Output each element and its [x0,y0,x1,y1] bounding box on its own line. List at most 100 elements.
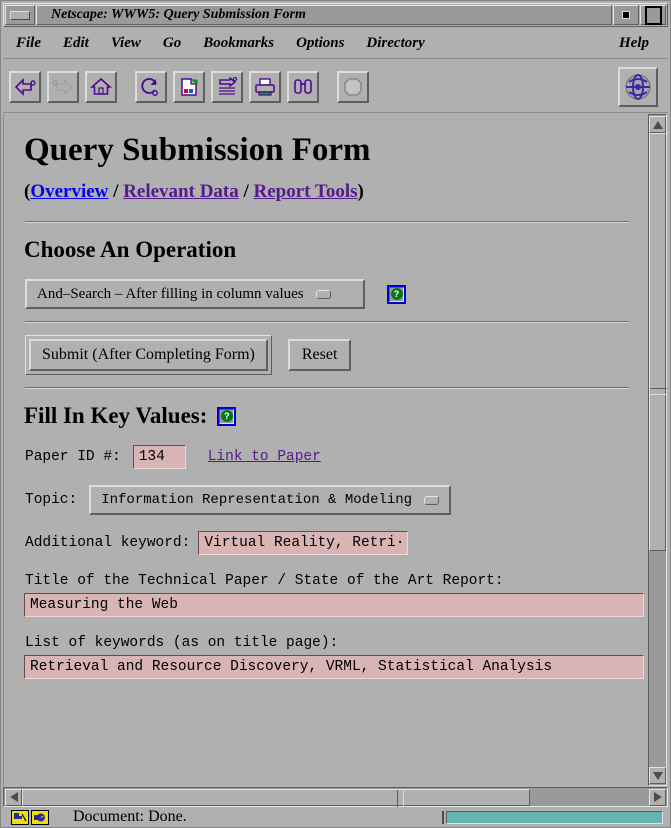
status-bar: Document: Done. [3,807,668,827]
operation-select-value: And–Search – After filling in column val… [37,285,304,302]
scroll-left-arrow-icon [9,792,18,802]
netscape-logo-icon [625,73,651,100]
keyvalues-heading-row: Fill In Key Values: ? [24,403,648,429]
find-button[interactable] [287,70,319,103]
reload-button[interactable] [135,70,167,103]
open-icon [219,76,238,95]
keywords-field-input[interactable]: Retrieval and Resource Discovery, VRML, … [24,655,644,679]
progress-bar [446,810,663,824]
horizontal-scroll-track[interactable] [22,788,649,807]
keyword-row: Additional keyword: Virtual Reality, Ret… [25,531,648,555]
scroll-down-arrow-icon [652,771,663,780]
nav-sep-2: / [238,181,254,202]
print-icon [255,77,275,96]
paren-close: ) [357,181,364,202]
netscape-logo-button[interactable] [618,66,658,107]
maximize-icon [644,5,662,25]
home-icon [90,77,112,95]
status-icons [11,809,51,825]
submit-button[interactable]: Submit (After Completing Form) [29,339,268,371]
window-menu-icon [10,10,30,20]
menu-item-options[interactable]: Options [287,33,353,54]
horizontal-scroll-thumb[interactable] [22,788,530,807]
vertical-scrollbar[interactable] [648,114,667,786]
breadcrumb: (Overview / Relevant Data / Report Tools… [24,181,648,203]
link-to-paper[interactable]: Link to Paper [208,449,321,465]
window-title: Netscape: WWW5: Query Submission Form [36,5,612,25]
link-report-tools[interactable]: Report Tools [254,181,358,202]
forward-button[interactable] [47,70,79,103]
progress-area [442,810,663,824]
title-field-label: Title of the Technical Paper / State of … [25,573,504,589]
help-icon-glyph: ? [390,288,403,300]
divider-1 [25,221,629,223]
topic-row: Topic: Information Representation & Mode… [25,485,648,515]
scroll-right-button[interactable] [649,788,666,806]
help-icon-inner: ? [219,408,235,424]
menu-item-view[interactable]: View [102,33,150,54]
scroll-up-arrow-icon [652,120,663,129]
menu-bar: File Edit View Go Bookmarks Options Dire… [3,29,668,59]
menu-item-file[interactable]: File [7,33,50,54]
help-question-icon-keyvalues[interactable]: ? [217,406,237,426]
topic-select-value: Information Representation & Modeling [101,492,413,508]
find-icon [294,78,312,94]
menu-item-bookmarks[interactable]: Bookmarks [194,33,283,54]
menu-item-go[interactable]: Go [154,33,190,54]
reload-icon [141,77,158,96]
stop-button[interactable] [337,70,369,103]
paper-id-input[interactable]: 134 [132,445,186,469]
operation-select[interactable]: And–Search – After filling in column val… [25,279,365,309]
minimize-button[interactable] [613,5,639,25]
menu-item-directory[interactable]: Directory [357,33,433,54]
keyword-label: Additional keyword: [25,535,191,551]
paper-id-label: Paper ID #: [25,449,121,465]
submit-default-frame: Submit (After Completing Form) [25,335,272,375]
form-actions: Submit (After Completing Form) Reset [25,335,648,375]
scroll-left-button[interactable] [5,788,22,806]
page-canvas: Query Submission Form (Overview / Releva… [3,114,648,786]
keywords-field-label: List of keywords (as on title page): [25,635,339,651]
netscape-window: Netscape: WWW5: Query Submission Form Fi… [0,0,671,828]
window-menu-button[interactable] [5,5,35,25]
back-button[interactable] [9,70,41,103]
menu-item-help[interactable]: Help [610,33,658,54]
page-title: Query Submission Form [24,132,371,168]
help-icon-glyph: ? [220,410,233,422]
maximize-button[interactable] [640,5,666,25]
reset-button[interactable]: Reset [287,339,352,371]
forward-icon [52,77,74,96]
chevron-down-icon [315,289,331,299]
mail-status-icon[interactable] [31,809,49,825]
content-area: Query Submission Form (Overview / Releva… [3,114,668,786]
topic-label: Topic: [25,492,78,508]
title-bar: Netscape: WWW5: Query Submission Form [3,3,668,27]
vertical-scroll-thumb[interactable] [649,133,667,552]
toolbar [3,61,668,113]
broken-key-icon[interactable] [11,809,29,825]
keyvalues-heading: Fill In Key Values: [24,403,208,428]
horizontal-scrollbar[interactable] [3,787,668,807]
topic-select[interactable]: Information Representation & Modeling [89,485,452,515]
scroll-down-button[interactable] [649,767,666,784]
keyword-input[interactable]: Virtual Reality, Retri· [198,531,409,555]
home-button[interactable] [85,70,117,103]
status-message: Document: Done. [73,808,187,825]
open-button[interactable] [211,70,243,103]
title-field-input[interactable]: Measuring the Web [24,593,644,617]
nav-sep-1: / [108,181,124,202]
images-icon [181,77,198,96]
menu-item-edit[interactable]: Edit [54,33,98,54]
images-button[interactable] [173,70,205,103]
link-relevant-data[interactable]: Relevant Data [123,181,239,202]
scroll-up-button[interactable] [649,116,666,133]
print-button[interactable] [249,70,281,103]
link-overview[interactable]: Overview [30,181,108,202]
divider-2 [25,321,629,323]
divider-3 [25,387,629,389]
stop-icon [344,77,362,96]
broken-key-glyph [14,812,27,821]
mail-status-glyph [34,813,45,821]
help-question-icon-operation[interactable]: ? [387,284,406,304]
vertical-scroll-track[interactable] [649,133,667,767]
